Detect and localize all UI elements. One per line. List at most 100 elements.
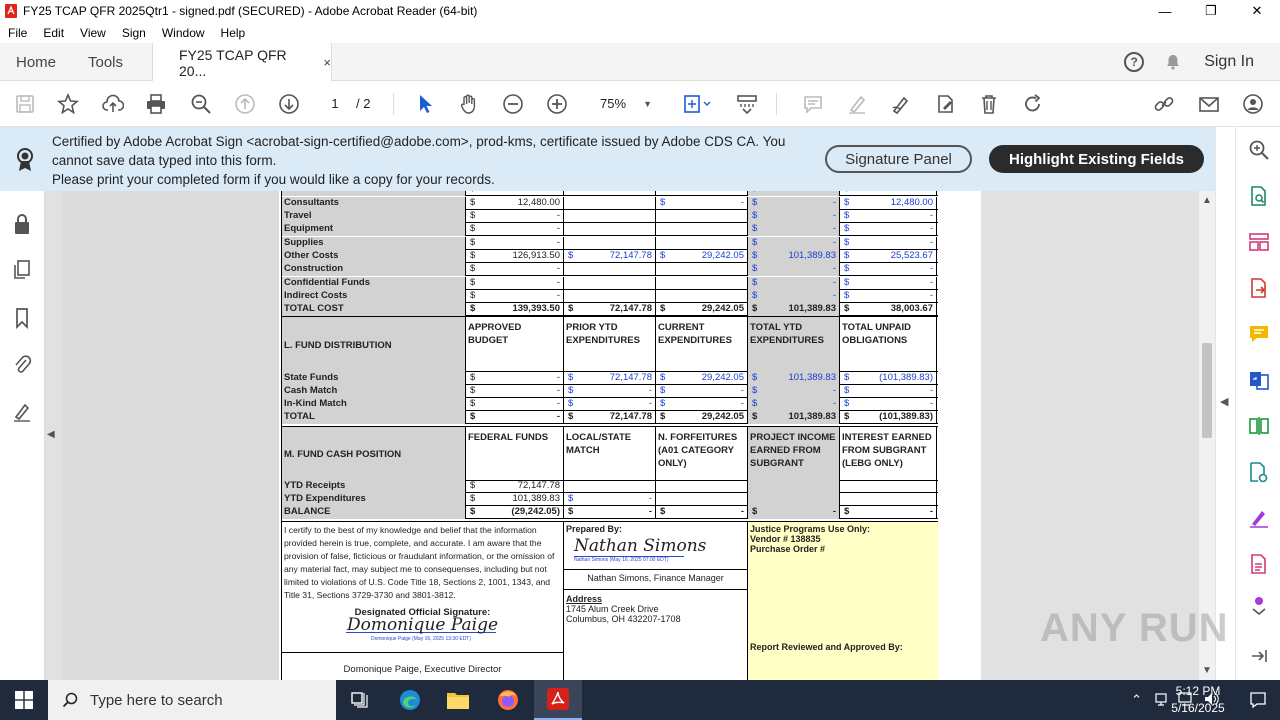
amount-cell[interactable]: $ - — [748, 237, 840, 250]
amount-cell[interactable] — [656, 263, 748, 276]
task-view-icon[interactable] — [336, 680, 384, 720]
amount-cell[interactable] — [656, 223, 748, 236]
close-window-button[interactable]: ✕ — [1234, 0, 1280, 22]
amount-cell[interactable]: $ - — [748, 263, 840, 276]
export-pdf-icon[interactable] — [1246, 275, 1272, 301]
amount-cell[interactable]: $ - — [840, 290, 937, 303]
amount-cell[interactable]: $ - — [466, 237, 564, 250]
amount-cell[interactable]: $ (101,389.83) — [840, 411, 937, 424]
amount-cell[interactable]: $126,913.50 — [466, 250, 564, 263]
close-tab-icon[interactable]: × — [323, 55, 331, 70]
start-button[interactable] — [0, 680, 48, 720]
amount-cell[interactable]: $72,147.78 — [564, 411, 656, 424]
amount-cell[interactable]: $101,389.83 — [748, 250, 840, 263]
upload-cloud-icon[interactable] — [100, 91, 126, 117]
notification-bell-icon[interactable] — [1164, 53, 1182, 71]
amount-cell[interactable]: $ — [840, 191, 937, 196]
signature-panel-button[interactable]: Signature Panel — [825, 145, 972, 173]
amount-cell[interactable]: $29,242.05 — [656, 372, 748, 385]
amount-cell[interactable]: $101,389.83 — [466, 493, 564, 506]
add-user-icon[interactable] — [1240, 91, 1266, 117]
official-signature[interactable]: Domonique Paige — [284, 617, 561, 634]
menu-view[interactable]: View — [72, 26, 114, 40]
more-tools-icon[interactable] — [1246, 593, 1272, 619]
amount-cell[interactable]: $ - — [466, 411, 564, 424]
combine-files-icon[interactable] — [1246, 367, 1272, 393]
zoom-level-dropdown[interactable]: 75% ▼ — [588, 94, 658, 114]
redo-icon[interactable] — [1020, 91, 1046, 117]
next-page-icon[interactable] — [276, 91, 302, 117]
amount-cell[interactable]: $ - — [840, 223, 937, 236]
expand-right-panel-icon[interactable]: ◀ — [1220, 395, 1228, 408]
amount-cell[interactable]: $ - — [840, 398, 937, 411]
amount-cell[interactable]: $72,147.78 — [564, 250, 656, 263]
bookmarks-icon[interactable] — [11, 307, 33, 329]
amount-cell[interactable]: $ - — [466, 263, 564, 276]
amount-cell[interactable]: $29,242.05 — [656, 250, 748, 263]
amount-cell[interactable]: $ (101,389.83) — [840, 372, 937, 385]
organize-pages-icon[interactable] — [1246, 229, 1272, 255]
amount-cell[interactable]: $72,147.78 — [564, 372, 656, 385]
amount-cell[interactable]: $ - — [656, 506, 748, 519]
amount-cell[interactable]: $ - — [564, 506, 656, 519]
amount-cell[interactable]: $ - — [840, 263, 937, 276]
page-thumbnails-icon[interactable] — [11, 259, 33, 281]
amount-cell[interactable]: $ - — [748, 277, 840, 290]
menu-file[interactable]: File — [0, 26, 35, 40]
amount-cell[interactable]: $ - — [748, 210, 840, 223]
amount-cell[interactable] — [656, 210, 748, 223]
amount-cell[interactable] — [564, 223, 656, 236]
amount-cell[interactable]: $ - — [466, 223, 564, 236]
file-explorer-icon[interactable] — [434, 680, 482, 720]
amount-cell[interactable]: $ - — [656, 385, 748, 398]
amount-cell[interactable]: $101,389.83 — [748, 303, 840, 316]
amount-cell[interactable] — [564, 210, 656, 223]
scroll-mode-icon[interactable] — [734, 91, 760, 117]
amount-cell[interactable]: $ - — [656, 197, 748, 210]
email-icon[interactable] — [1196, 91, 1222, 117]
action-center-icon[interactable] — [1236, 680, 1280, 720]
amount-cell[interactable]: $38,003.67 — [840, 303, 937, 316]
amount-cell[interactable]: $ - — [748, 223, 840, 236]
amount-cell[interactable]: $ - — [466, 398, 564, 411]
collapse-tools-icon[interactable] — [1246, 643, 1272, 669]
document-viewer[interactable]: ◀ Personnel$$$Consultants$12,480.00$-$-$… — [45, 191, 1199, 680]
amount-cell[interactable] — [656, 290, 748, 303]
menu-edit[interactable]: Edit — [35, 26, 72, 40]
amount-cell[interactable] — [564, 197, 656, 210]
comment-tool-icon[interactable] — [1246, 321, 1272, 347]
menu-window[interactable]: Window — [154, 26, 213, 40]
amount-cell[interactable] — [840, 493, 937, 506]
amount-cell[interactable]: $29,242.05 — [656, 411, 748, 424]
zoom-out-icon[interactable] — [500, 91, 526, 117]
edit-document-icon[interactable] — [932, 91, 958, 117]
collapse-left-panel-icon[interactable]: ◀ — [47, 429, 55, 440]
amount-cell[interactable]: $ — [748, 191, 840, 196]
show-hidden-icons-icon[interactable]: ⌃ — [1131, 692, 1142, 708]
attachments-paperclip-icon[interactable] — [11, 353, 33, 375]
amount-cell[interactable]: $ - — [564, 398, 656, 411]
lock-icon[interactable] — [11, 213, 33, 235]
amount-cell[interactable]: $101,389.83 — [748, 372, 840, 385]
amount-cell[interactable]: $ - — [466, 385, 564, 398]
amount-cell[interactable]: $ - — [748, 385, 840, 398]
compare-files-icon[interactable] — [1246, 413, 1272, 439]
search-icon[interactable] — [1246, 137, 1272, 163]
amount-cell[interactable]: $72,147.78 — [564, 303, 656, 316]
maximize-button[interactable]: ❐ — [1188, 0, 1234, 22]
menu-help[interactable]: Help — [213, 26, 254, 40]
tab-tools[interactable]: Tools — [88, 43, 123, 81]
select-cursor-icon[interactable] — [412, 91, 438, 117]
acrobat-taskbar-icon[interactable] — [534, 680, 582, 720]
amount-cell[interactable] — [656, 237, 748, 250]
hand-tool-icon[interactable] — [456, 91, 482, 117]
scroll-down-icon[interactable]: ▼ — [1202, 665, 1212, 676]
amount-cell[interactable]: $ - — [840, 277, 937, 290]
amount-cell[interactable]: $ (29,242.05) — [466, 506, 564, 519]
scan-ocr-icon[interactable] — [1246, 459, 1272, 485]
zoom-in-icon[interactable] — [544, 91, 570, 117]
amount-cell[interactable] — [748, 493, 840, 506]
amount-cell[interactable] — [656, 493, 748, 506]
amount-cell[interactable]: $ - — [840, 506, 937, 519]
amount-cell[interactable] — [564, 263, 656, 276]
